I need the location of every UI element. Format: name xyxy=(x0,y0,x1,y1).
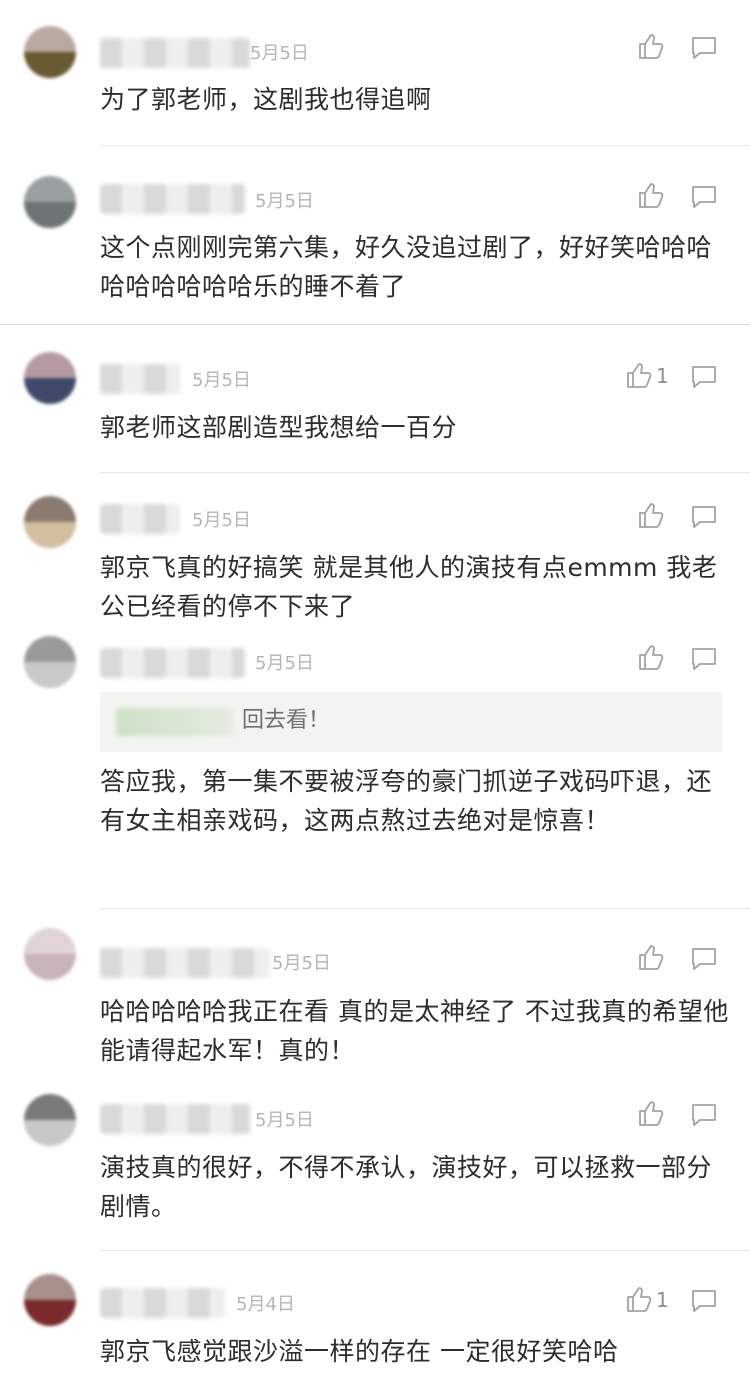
reply-icon[interactable] xyxy=(690,1102,718,1128)
comment-text: 郭京飞感觉跟沙溢一样的存在 一定很好笑哈哈 xyxy=(100,1337,619,1366)
username-blurred[interactable] xyxy=(100,648,245,678)
comment-date: 5月4日 xyxy=(236,1294,295,1315)
thumbs-up-icon[interactable] xyxy=(636,500,666,530)
like-count: 1 xyxy=(656,1288,669,1312)
quoted-reply[interactable]: 回去看！ xyxy=(100,692,722,752)
comment-date: 5月5日 xyxy=(255,653,314,674)
reply-icon[interactable] xyxy=(690,184,718,210)
avatar[interactable] xyxy=(24,26,76,78)
divider xyxy=(0,324,750,325)
comment-date: 5月5日 xyxy=(250,43,309,64)
divider xyxy=(100,472,750,473)
quoted-username-blurred xyxy=(116,708,234,736)
thumbs-up-icon[interactable] xyxy=(636,1098,666,1128)
divider xyxy=(100,1250,750,1251)
quoted-text: 回去看！ xyxy=(242,708,331,733)
comment-date: 5月5日 xyxy=(255,1110,314,1131)
comment-text: 这个点刚刚完第六集，好久没追过剧了，好好笑哈哈哈哈哈哈哈哈哈乐的睡不着了 xyxy=(100,233,713,301)
username-blurred[interactable] xyxy=(100,948,270,978)
username-blurred[interactable] xyxy=(100,364,180,394)
comment-text: 哈哈哈哈哈我正在看 真的是太神经了 不过我真的希望他能请得起水军！真的！ xyxy=(100,997,729,1065)
comment-date: 5月5日 xyxy=(192,510,251,531)
avatar[interactable] xyxy=(24,1274,76,1326)
divider xyxy=(100,145,750,146)
username-blurred[interactable] xyxy=(100,1288,225,1318)
reply-icon[interactable] xyxy=(690,1288,718,1314)
avatar[interactable] xyxy=(24,928,76,980)
comment-text: 为了郭老师，这剧我也得追啊 xyxy=(100,85,432,114)
comment-date: 5月5日 xyxy=(192,370,251,391)
thumbs-up-icon[interactable] xyxy=(636,642,666,672)
thumbs-up-icon[interactable] xyxy=(624,1284,654,1314)
reply-icon[interactable] xyxy=(690,35,718,61)
username-blurred[interactable] xyxy=(100,1104,250,1134)
thumbs-up-icon[interactable] xyxy=(636,31,666,61)
comment-text: 演技真的很好，不得不承认，演技好，可以拯救一部分剧情。 xyxy=(100,1153,713,1221)
divider xyxy=(100,908,750,909)
avatar[interactable] xyxy=(24,496,76,548)
reply-icon[interactable] xyxy=(690,364,718,390)
comment-date: 5月5日 xyxy=(255,191,314,212)
reply-icon[interactable] xyxy=(690,946,718,972)
avatar[interactable] xyxy=(24,1094,76,1146)
thumbs-up-icon[interactable] xyxy=(636,180,666,210)
thumbs-up-icon[interactable] xyxy=(624,360,654,390)
username-blurred[interactable] xyxy=(100,184,245,214)
reply-icon[interactable] xyxy=(690,504,718,530)
avatar[interactable] xyxy=(24,176,76,228)
like-count: 1 xyxy=(656,364,669,388)
comment-text: 郭京飞真的好搞笑 就是其他人的演技有点emmm 我老公已经看的停不下来了 xyxy=(100,553,718,621)
comment-date: 5月5日 xyxy=(272,953,331,974)
thumbs-up-icon[interactable] xyxy=(636,942,666,972)
comment-text: 答应我，第一集不要被浮夸的豪门抓逆子戏码吓退，还有女主相亲戏码，这两点熬过去绝对… xyxy=(100,767,713,835)
username-blurred[interactable] xyxy=(100,38,250,68)
username-blurred[interactable] xyxy=(100,504,180,534)
comment-text: 郭老师这部剧造型我想给一百分 xyxy=(100,413,458,442)
reply-icon[interactable] xyxy=(690,646,718,672)
avatar[interactable] xyxy=(24,636,76,688)
avatar[interactable] xyxy=(24,352,76,404)
